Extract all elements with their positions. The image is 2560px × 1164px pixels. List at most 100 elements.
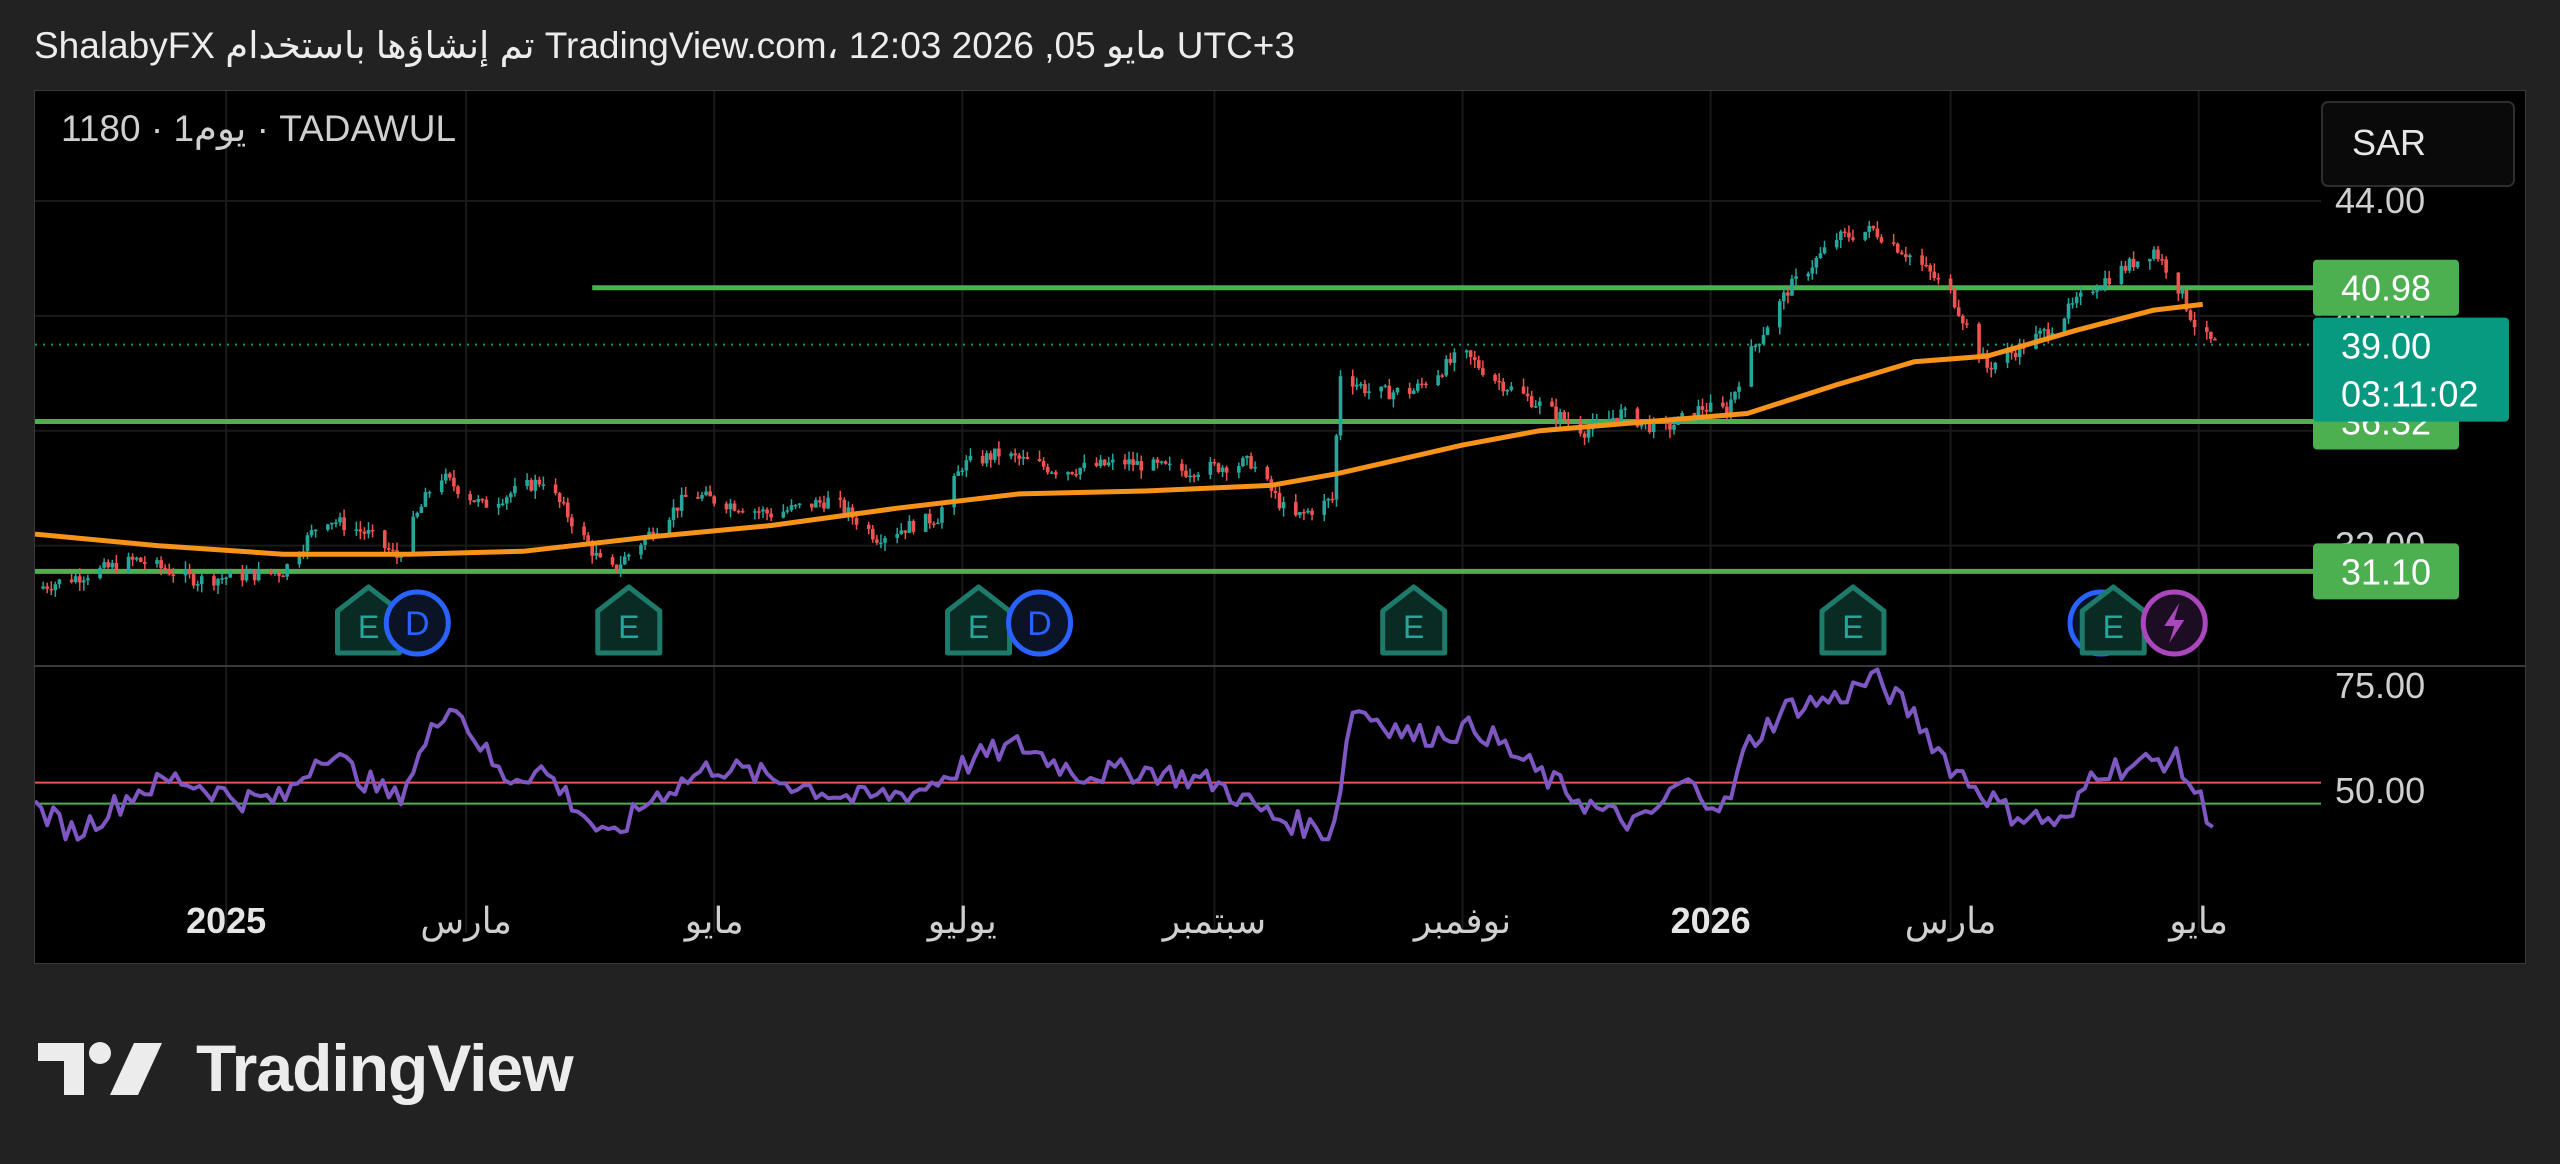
candle-body (1757, 343, 1762, 346)
candle-body (1993, 362, 1998, 370)
candle-body (1322, 500, 1327, 515)
candle-body (281, 575, 285, 578)
candle-body (305, 535, 310, 552)
candle-body (138, 557, 143, 562)
candle-body (1192, 475, 1196, 478)
level-price-tag: 31.10 (2313, 543, 2459, 600)
candle-body (1310, 510, 1314, 515)
candle-body (1098, 459, 1103, 467)
candle-body (671, 507, 676, 520)
candle-body (1562, 411, 1567, 420)
candle-body (484, 499, 489, 508)
candle-body (269, 569, 273, 573)
candle-body (1521, 386, 1526, 394)
candle-body (1135, 461, 1139, 465)
candle-body (675, 507, 680, 511)
candle-body (911, 520, 916, 532)
candle-body (504, 497, 509, 504)
currency-button[interactable]: SAR (2321, 101, 2515, 187)
candle-body (82, 580, 86, 583)
candle-body (1875, 228, 1880, 238)
candle-body (1899, 252, 1904, 255)
candle-body (1110, 459, 1115, 463)
candle-body (1464, 350, 1469, 353)
candle-body (1025, 456, 1030, 460)
candle-body (326, 524, 330, 530)
candle-body (126, 556, 131, 572)
candle-body (1293, 502, 1298, 516)
level-price-tag: 40.98 (2313, 259, 2459, 316)
candle-body (838, 497, 843, 500)
candle-body (997, 448, 1001, 457)
candle-body (1721, 402, 1725, 407)
candle-body (1208, 461, 1213, 475)
time-axis-label: 2026 (1671, 900, 1751, 941)
candle-body (570, 517, 574, 527)
candle-body (1529, 396, 1534, 408)
candle-body (1045, 466, 1050, 473)
candle-body (980, 455, 985, 464)
candle-body (1306, 510, 1310, 513)
candle-body (757, 511, 761, 513)
current-price-value: 39.00 (2341, 326, 2431, 367)
dividend-letter: D (1027, 605, 1052, 643)
chart-frame[interactable]: EDEEDEEDE 44.0040.0036.0032.0075.0050.00… (34, 90, 2526, 964)
candle-body (2209, 331, 2213, 339)
candle-body (1180, 463, 1184, 471)
candle-body (216, 578, 220, 586)
candle-body (1843, 231, 1847, 234)
candle-body (1806, 273, 1811, 277)
rsi-line (35, 667, 2214, 842)
candle-body (765, 509, 769, 514)
candle-body (224, 577, 228, 580)
candle-body (240, 571, 245, 581)
candle-body (2204, 327, 2209, 332)
candle-body (2213, 338, 2217, 341)
candle-body (273, 572, 277, 574)
candle-body (907, 520, 912, 533)
candle-body (313, 529, 318, 532)
candle-body (212, 576, 216, 586)
candle-body (1786, 292, 1790, 296)
candle-body (1810, 267, 1815, 274)
candle-body (537, 479, 542, 485)
candle-body (342, 517, 346, 531)
candle-body (1155, 459, 1160, 463)
candle-body (1131, 459, 1135, 465)
candle-body (667, 519, 672, 534)
candle-body (529, 480, 533, 491)
chart-header: ShalabyFX تم إنشاؤها باستخدام TradingVie… (34, 25, 1295, 66)
candle-body (700, 495, 704, 499)
candle-body (57, 579, 62, 585)
candle-body (842, 499, 847, 514)
candle-body (525, 480, 529, 487)
chart-canvas[interactable]: EDEEDEEDE 44.0040.0036.0032.0075.0050.00… (35, 91, 2525, 963)
candle-body (1391, 392, 1396, 400)
candle-body (366, 529, 371, 534)
candle-body (155, 560, 159, 564)
candle-body (1481, 368, 1485, 375)
candle-body (1440, 375, 1444, 377)
candle-body (1041, 461, 1046, 467)
candle-body (1216, 463, 1221, 473)
candle-body (1338, 376, 1343, 436)
candle-body (1761, 335, 1766, 344)
candle-body (1302, 512, 1306, 514)
candle-body (391, 549, 395, 552)
candle-body (41, 586, 45, 589)
candle-body (1668, 422, 1672, 430)
candle-body (187, 569, 192, 574)
candle-body (1415, 383, 1420, 391)
candle-body (2066, 303, 2071, 319)
candle-body (2070, 303, 2075, 305)
candle-body (1159, 461, 1164, 463)
earnings-event-marker: E (945, 584, 1013, 656)
candle-body (964, 460, 969, 471)
candle-body (866, 524, 871, 529)
candle-body (159, 560, 163, 569)
candle-body (443, 473, 448, 481)
candle-body (2038, 330, 2042, 334)
candle-body (69, 579, 74, 583)
candle-body (86, 578, 90, 581)
candle-body (2192, 319, 2197, 328)
